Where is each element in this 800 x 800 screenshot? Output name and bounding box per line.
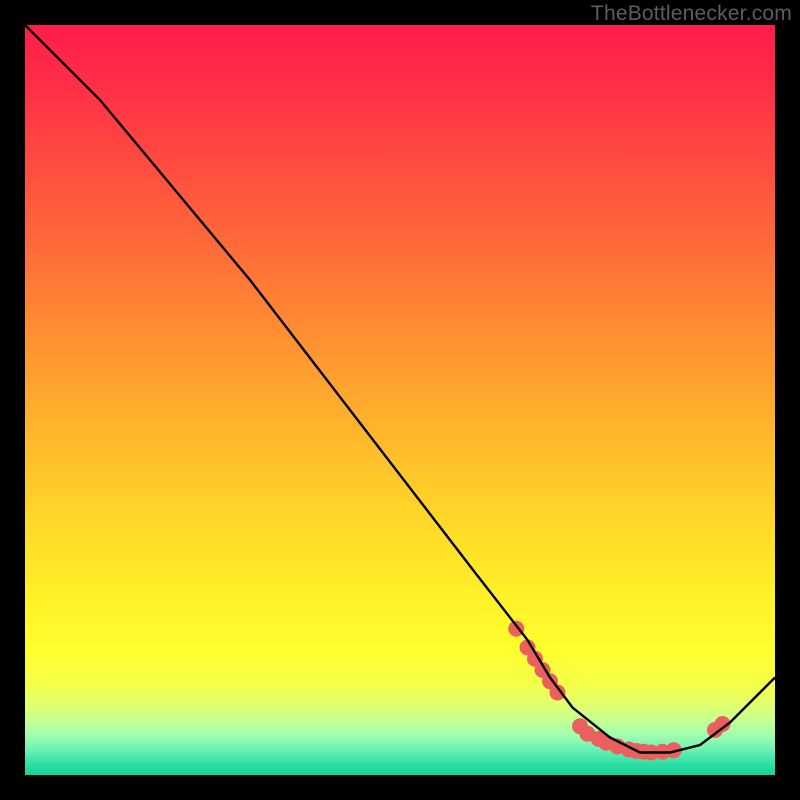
bottleneck-curve — [25, 25, 775, 775]
curve-line — [25, 25, 775, 753]
attribution-text: TheBottlenecker.com — [591, 2, 792, 26]
curve-markers — [508, 621, 730, 761]
chart-stage: TheBottlenecker.com — [0, 0, 800, 800]
plot-area — [25, 25, 775, 775]
